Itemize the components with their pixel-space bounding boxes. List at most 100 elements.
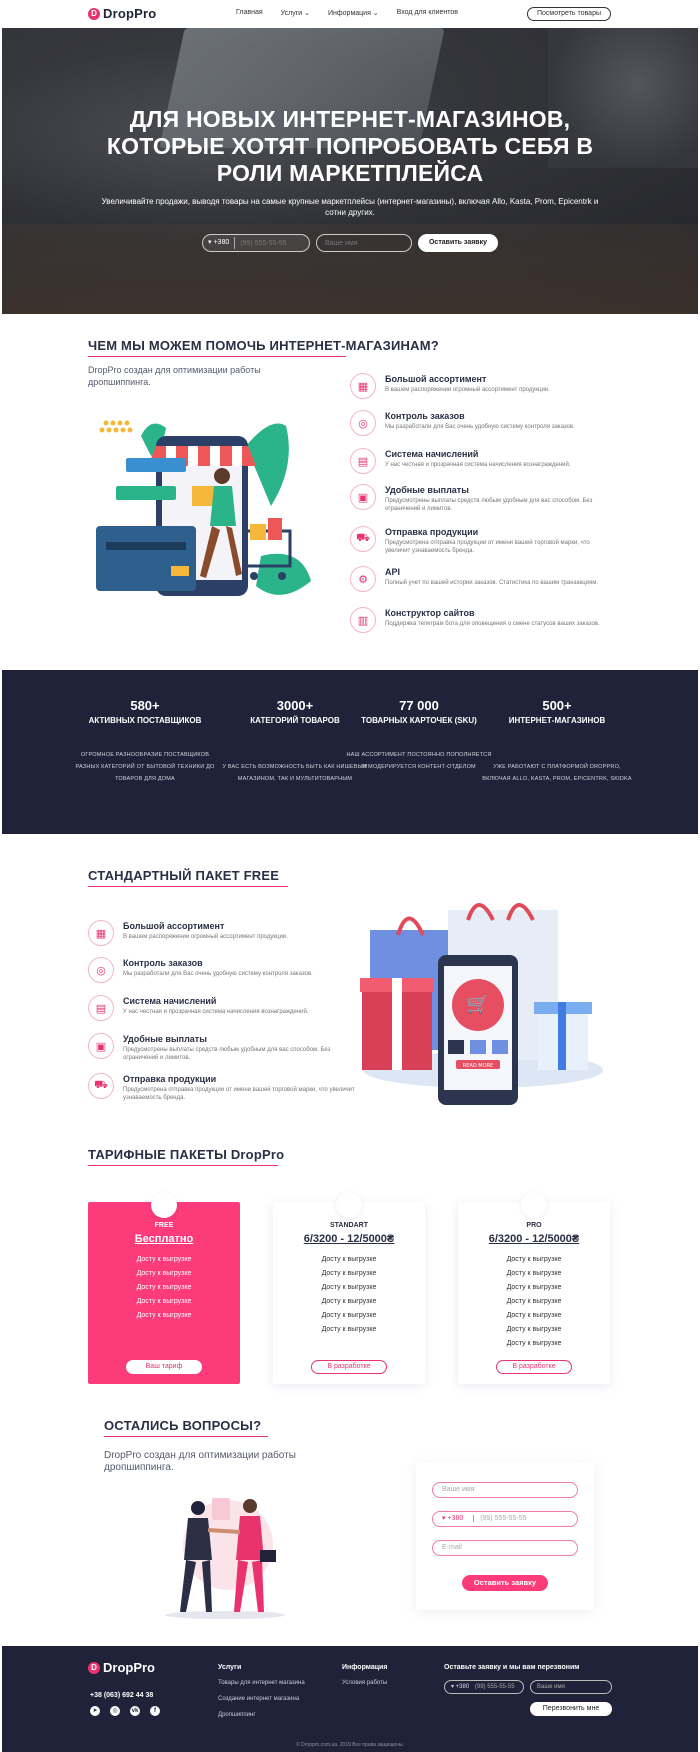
feature-desc: Мы разработали для Вас очень удобную сис…	[123, 971, 313, 977]
plan-feature: Досту к выгрузке	[321, 1326, 377, 1333]
plan-button-free[interactable]: Ваш тариф	[126, 1360, 202, 1374]
footer-name-input[interactable]: Ваше имя	[530, 1680, 612, 1694]
stat-desc: ОГРОМНОЕ РАЗНООБРАЗИЕ ПОСТАВЩИКОВ РАЗНЫХ…	[75, 752, 215, 782]
stats-band: 580+ АКТИВНЫХ ПОСТАВЩИКОВ ОГРОМНОЕ РАЗНО…	[2, 670, 698, 834]
handshake-illustration	[165, 1498, 285, 1619]
plan-feature: Досту к выгрузке	[506, 1298, 562, 1305]
site-header: D DropPro Главная Услуги ⌄ Информация ⌄ …	[0, 0, 700, 28]
footer-link[interactable]: Дропшиппинг	[218, 1712, 256, 1718]
hero-phone-input[interactable]	[235, 239, 302, 247]
nav-item-services[interactable]: Услуги ⌄	[281, 9, 310, 17]
plan-features: Досту к выгрузке Досту к выгрузке Досту …	[458, 1253, 610, 1351]
stat-label: АКТИВНЫХ ПОСТАВЩИКОВ	[88, 716, 202, 725]
shipping-icon: ⛟	[350, 526, 376, 552]
plan-feature: Досту к выгрузке	[506, 1340, 562, 1347]
country-code-select[interactable]: ▾ +380	[451, 1684, 469, 1690]
title-underline	[88, 886, 288, 887]
stat-label: ТОВАРНЫХ КАРТОЧЕК (SKU)	[361, 716, 477, 725]
hero-title: ДЛЯ НОВЫХ ИНТЕРНЕТ-МАГАЗИНОВ, КОТОРЫЕ ХО…	[2, 106, 698, 187]
contact-name-input[interactable]: Ваше имя	[432, 1482, 578, 1498]
feature-desc: Поддержка телеграм бота для оповещения о…	[385, 621, 600, 627]
stat-desc: УЖЕ РАБОТАЮТ С ПЛАТФОРМОЙ DROPPRO, ВКЛЮЧ…	[482, 764, 632, 782]
main-nav: Главная Услуги ⌄ Информация ⌄ Вход для к…	[236, 9, 458, 17]
orders-icon: ◎	[350, 410, 376, 436]
assortment-icon: ▦	[88, 920, 114, 946]
svg-text:🛒: 🛒	[467, 993, 489, 1015]
plan-feature: Досту к выгрузке	[136, 1256, 192, 1263]
callback-button[interactable]: Перезвонить мне	[530, 1702, 612, 1716]
plan-button-pro[interactable]: В разработке	[496, 1360, 572, 1374]
hero-title-line: РОЛИ МАРКЕТПЛЕЙСА	[216, 160, 484, 186]
footer-services-title: Услуги	[218, 1664, 242, 1671]
title-underline	[88, 1165, 278, 1166]
telegram-icon[interactable]: ➤	[90, 1706, 100, 1716]
hero-phone-field[interactable]: ▾ +380	[202, 234, 310, 252]
feature-title: Отправка продукции	[385, 527, 479, 537]
hero-submit-button[interactable]: Оставить заявку	[418, 234, 498, 252]
feature-item: ▤ Система начислений У нас честная и проз…	[88, 995, 363, 1021]
plan-feature: Досту к выгрузке	[321, 1312, 377, 1319]
plan-button-standart[interactable]: В разработке	[311, 1360, 387, 1374]
logo-text: DropPro	[103, 6, 157, 21]
plan-feature: Досту к выгрузке	[136, 1284, 192, 1291]
vk-icon[interactable]: vk	[130, 1706, 140, 1716]
logo[interactable]: D DropPro	[88, 6, 156, 21]
logo-icon: D	[88, 1661, 100, 1674]
instagram-icon[interactable]: ◎	[110, 1706, 120, 1716]
nav-item-home[interactable]: Главная	[236, 9, 263, 17]
feature-desc: Предусмотрены выплаты средств любым удоб…	[123, 1047, 331, 1061]
api-icon: ⚙	[350, 566, 376, 592]
footer-link[interactable]: Создание интернет магазина	[218, 1696, 299, 1702]
feature-title: API	[385, 567, 401, 577]
feature-item: ⛟ Отправка продукции Предусмотрена отправ…	[350, 526, 603, 555]
plan-badge	[521, 1192, 547, 1218]
contact-title: ОСТАЛИСЬ ВОПРОСЫ?	[104, 1418, 268, 1437]
feature-desc: Мы разработали для Вас очень удобную сис…	[385, 424, 575, 430]
help-title: ЧЕМ МЫ МОЖЕМ ПОМОЧЬ ИНТЕРНЕТ-МАГАЗИНАМ?	[88, 338, 439, 357]
footer-link[interactable]: Товары для интернет магазина	[218, 1680, 305, 1686]
feature-item: ▤ Система начислений У нас честная и проз…	[350, 448, 603, 474]
stat-item: 580+ АКТИВНЫХ ПОСТАВЩИКОВ ОГРОМНОЕ РАЗНО…	[70, 698, 220, 785]
plan-price: 6/3200 - 12/5000₴	[488, 1233, 580, 1245]
orders-icon: ◎	[88, 957, 114, 983]
footer-info-title: Информация	[342, 1664, 388, 1671]
footer-phone[interactable]: +38 (063) 692 44 38	[90, 1692, 153, 1699]
footer-link[interactable]: Условия работы	[342, 1680, 387, 1686]
hero-subtitle: Увеличивайте продажи, выводя товары на с…	[101, 197, 599, 217]
plan-feature: Досту к выгрузке	[506, 1270, 562, 1277]
nav-item-login[interactable]: Вход для клиентов	[397, 9, 458, 17]
contact-title-text: ОСТАЛИСЬ ВОПРОСЫ?	[104, 1418, 262, 1433]
feature-item: ◎ Контроль заказов Мы разработали для Вас…	[88, 957, 363, 983]
contact-phone-input[interactable]: ▾ +380 (99) 555-55-55	[432, 1511, 578, 1527]
plan-card-pro: PRO 6/3200 - 12/5000₴ Досту к выгрузке Д…	[458, 1192, 610, 1384]
footer-logo[interactable]: D DropPro	[88, 1660, 155, 1675]
facebook-icon[interactable]: f	[150, 1706, 160, 1716]
feature-item: ▦ Большой ассортимент В вашем распоряжени…	[350, 373, 603, 399]
contact-submit-button[interactable]: Оставить заявку	[462, 1575, 548, 1591]
country-code-select[interactable]: ▾ +380	[203, 237, 236, 249]
footer-callback-title: Оставьте заявку и мы вам перезвоним	[444, 1664, 580, 1671]
site-footer: D DropPro +38 (063) 692 44 38 ➤ ◎ vk f У…	[2, 1646, 698, 1752]
stars	[99, 420, 133, 433]
hero-name-input[interactable]	[316, 234, 412, 252]
country-code-select[interactable]: ▾ +380	[442, 1515, 463, 1522]
view-products-button[interactable]: Посмотреть товары	[527, 7, 611, 21]
logo-icon: D	[88, 7, 100, 20]
feature-item: ⛟ Отправка продукции Предусмотрена отправ…	[88, 1073, 363, 1102]
nav-item-info[interactable]: Информация ⌄	[328, 9, 379, 17]
contact-email-input[interactable]: E-mail	[432, 1540, 578, 1556]
plan-price: Бесплатно	[134, 1233, 194, 1245]
plan-feature: Досту к выгрузке	[321, 1298, 377, 1305]
feature-item: ▥ Конструктор сайтов Поддержка телеграм б…	[350, 607, 603, 633]
pricing-title: ТАРИФНЫЕ ПАКЕТЫ DropPro	[88, 1147, 284, 1166]
contact-form: Ваше имя ▾ +380 (99) 555-55-55 E-mail Ос…	[416, 1462, 594, 1610]
feature-item: ▣ Удобные выплаты Предусмотрены выплаты с…	[350, 484, 603, 513]
hero-title-line: КОТОРЫЕ ХОТЯТ ПОПРОБОВАТЬ СЕБЯ В	[106, 133, 594, 159]
plan-card-standart: STANDART 6/3200 - 12/5000₴ Досту к выгру…	[273, 1192, 425, 1384]
hero-banner: ДЛЯ НОВЫХ ИНТЕРНЕТ-МАГАЗИНОВ, КОТОРЫЕ ХО…	[2, 28, 698, 314]
copyright: © Droppro.com.ua. 2019 Все права защищен…	[296, 1742, 404, 1748]
footer-phone-input[interactable]: ▾ +380 (99) 555-55-55	[444, 1680, 524, 1694]
feature-desc: Предусмотрены выплаты средств любым удоб…	[385, 498, 593, 512]
plan-card-free: FREE Бесплатно Досту к выгрузке Досту к …	[88, 1192, 240, 1384]
stat-item: 77 000 ТОВАРНЫХ КАРТОЧЕК (SKU) НАШ АССОР…	[344, 698, 494, 773]
